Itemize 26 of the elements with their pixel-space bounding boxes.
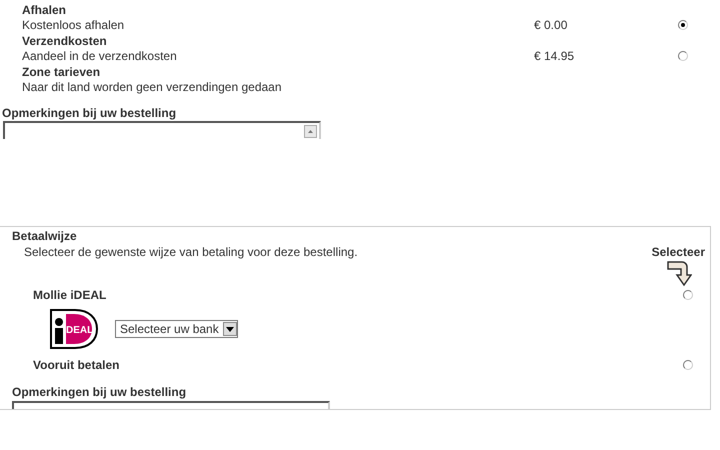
scroll-up-icon[interactable] xyxy=(304,125,317,138)
radio-button[interactable] xyxy=(683,290,693,300)
payment-method: Vooruit betalen xyxy=(33,358,120,372)
option-title: Zone tarieven xyxy=(22,64,100,79)
price: € 14.95 xyxy=(534,49,574,64)
remarks-label: Opmerkingen bij uw bestelling xyxy=(2,106,176,120)
section-title: Betaalwijze xyxy=(12,229,77,243)
radio-button[interactable] xyxy=(678,51,688,62)
price: € 0.00 xyxy=(534,18,568,32)
option-title: Verzendkosten xyxy=(22,34,107,48)
radio-button[interactable] xyxy=(683,360,693,370)
bank-select[interactable]: Selecteer uw bank xyxy=(115,320,238,338)
remarks-field[interactable] xyxy=(12,401,330,409)
option-title: Afhalen xyxy=(22,2,66,17)
caret-icon xyxy=(222,322,237,336)
option-description: Aandeel in de verzendkosten xyxy=(22,49,177,64)
payment-description: Selecteer de gewenste wijze van betaling voor deze bestelling. xyxy=(24,245,358,259)
option-description: Naar dit land worden geen verzendingen gedaan xyxy=(22,80,282,94)
payment-method: Mollie iDEAL xyxy=(33,288,106,302)
option-description: Kostenloos afhalen xyxy=(22,18,124,32)
select-hint: Selecteer xyxy=(652,245,705,259)
radio-button[interactable] xyxy=(678,20,688,30)
remarks-field[interactable] xyxy=(3,121,321,139)
remarks-label: Opmerkingen bij uw bestelling xyxy=(12,385,186,399)
ideal-logo: DEAL xyxy=(50,309,98,349)
arrow-icon xyxy=(666,259,692,287)
